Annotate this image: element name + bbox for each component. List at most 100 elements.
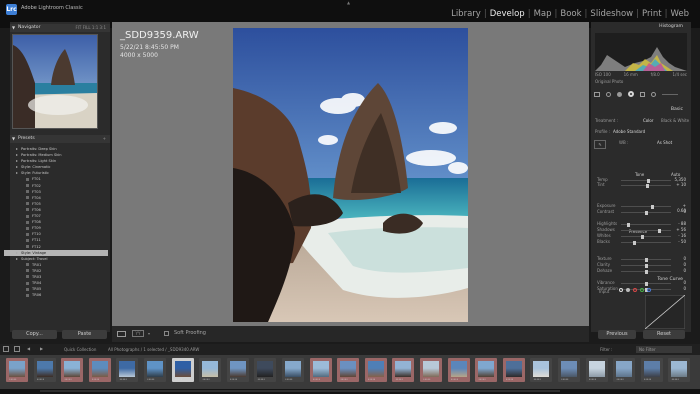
slider-value-shadows[interactable]: + 56 [674, 227, 686, 232]
filmstrip-thumbnail[interactable]: ••••• [171, 358, 194, 382]
collapse-top-arrow-icon[interactable]: ▲ [347, 0, 353, 5]
slider-knob[interactable] [645, 263, 648, 268]
module-web[interactable]: Web [668, 9, 691, 19]
module-library[interactable]: Library [449, 9, 483, 19]
slider-knob[interactable] [646, 183, 650, 188]
slider-knob[interactable] [645, 257, 648, 262]
tone-curve-graph[interactable] [645, 295, 685, 329]
filmstrip-thumbnail[interactable]: ••••• [392, 358, 415, 382]
filmstrip-thumbnail[interactable]: ••••• [6, 358, 28, 382]
slider-value-clarity[interactable]: 0 [674, 262, 686, 267]
filmstrip-thumbnail[interactable]: ••••• [254, 358, 277, 382]
loupe-view-icon[interactable] [117, 331, 126, 337]
filmstrip-thumbnail[interactable]: ••••• [502, 358, 525, 382]
filmstrip-thumbnail[interactable]: ••••• [282, 358, 304, 382]
back-arrow-icon[interactable]: ◀ [27, 346, 30, 351]
slider-track-texture[interactable] [621, 257, 671, 262]
rgb-curve-icon[interactable] [626, 288, 630, 292]
previous-button[interactable]: Previous [598, 330, 636, 339]
navigator-zoom-options[interactable]: FIT FILL 1:1 3:1 [75, 24, 106, 32]
filmstrip-nav[interactable]: Quick Collection [64, 347, 96, 352]
filmstrip-thumbnail[interactable]: ••••• [613, 358, 636, 382]
slider-knob[interactable] [641, 234, 645, 239]
before-after-icon[interactable]: YY [132, 330, 144, 337]
dropdown-arrow-icon[interactable]: ▾ [148, 331, 150, 336]
preset-icon [26, 208, 29, 212]
copy-button[interactable]: Copy... [12, 330, 57, 339]
main-photo[interactable] [233, 28, 468, 322]
filmstrip-thumbnail[interactable]: ••••• [420, 358, 442, 382]
slider-value-whites[interactable]: - 16 [674, 233, 686, 238]
slider-track-tint[interactable] [621, 183, 671, 188]
navigator-header[interactable]: ▼ Navigator FIT FILL 1:1 3:1 [10, 24, 110, 32]
filmstrip-thumbnail[interactable]: ••••• [199, 358, 222, 382]
red-channel-icon[interactable] [633, 288, 637, 292]
filmstrip-thumbnail[interactable]: ••••• [530, 358, 553, 382]
right-panel: Histogram ISO 100 16 mm f/8.0 1/4 sec Or… [591, 22, 691, 332]
filmstrip-thumbnail[interactable]: ••••• [226, 358, 249, 382]
slider-knob[interactable] [633, 240, 636, 245]
filmstrip-thumbnail[interactable]: ••••• [144, 358, 166, 382]
slider-knob[interactable] [626, 222, 630, 227]
soft-proofing-checkbox[interactable] [164, 331, 169, 336]
slider-knob[interactable] [647, 178, 651, 183]
slider-track-vibrance[interactable] [621, 281, 671, 286]
slider-track-dehaze[interactable] [621, 269, 671, 274]
slider-knob[interactable] [645, 281, 648, 286]
filmstrip-scrollbar[interactable] [0, 389, 700, 394]
paste-button[interactable]: Paste [62, 330, 107, 339]
filmstrip-thumbnail[interactable]: ••••• [61, 358, 84, 382]
slider-track-whites[interactable] [621, 234, 671, 239]
module-book[interactable]: Book [558, 9, 583, 19]
slider-value-tint[interactable]: + 10 [674, 182, 686, 187]
preset-item[interactable]: TR06 [4, 292, 108, 298]
slider-track-contrast[interactable] [621, 210, 671, 215]
slider-track-clarity[interactable] [621, 263, 671, 268]
module-slideshow[interactable]: Slideshow [588, 9, 635, 19]
point-curve-icon[interactable] [619, 288, 623, 292]
slider-knob[interactable] [658, 228, 662, 233]
slider-track-blacks[interactable] [621, 240, 671, 245]
slider-value-texture[interactable]: 0 [674, 256, 686, 261]
filmstrip-thumbnail[interactable]: ••••• [585, 358, 608, 382]
slider-knob[interactable] [645, 210, 648, 215]
add-preset-icon[interactable]: + [103, 135, 106, 143]
scrollbar-thumb[interactable] [40, 390, 560, 392]
presets-header[interactable]: ▼ Presets + [10, 135, 110, 143]
reset-button[interactable]: Reset [643, 330, 685, 339]
slider-value-highlights[interactable]: - 88 [674, 221, 686, 226]
navigator-preview[interactable] [12, 34, 98, 129]
green-channel-icon[interactable] [640, 288, 644, 292]
filmstrip-thumbnail[interactable]: ••••• [337, 358, 360, 382]
filmstrip-thumbnail[interactable]: ••••• [558, 358, 580, 382]
filmstrip-thumbnail[interactable]: ••••• [88, 358, 111, 382]
filter-dropdown[interactable]: No Filter [636, 346, 692, 353]
slider-value-dehaze[interactable]: 0 [674, 268, 686, 273]
slider-value-blacks[interactable]: - 50 [674, 239, 686, 244]
filmstrip-thumbnail[interactable]: ••••• [668, 358, 691, 382]
slider-track-highlights[interactable] [621, 222, 671, 227]
slider-value-saturation[interactable]: 0 [674, 286, 686, 291]
module-print[interactable]: Print [640, 9, 664, 19]
second-window-icon[interactable] [3, 346, 9, 352]
slider-track-temp[interactable] [621, 178, 671, 183]
preset-icon [26, 245, 29, 248]
grid-view-icon[interactable] [14, 346, 20, 352]
forward-arrow-icon[interactable]: ▶ [40, 346, 43, 351]
slider-track-exposure[interactable] [621, 204, 671, 209]
blue-channel-icon[interactable] [647, 288, 651, 292]
slider-value-contrast[interactable]: 0 [674, 209, 686, 214]
filmstrip-thumbnail[interactable]: ••••• [309, 358, 332, 382]
slider-knob[interactable] [650, 204, 654, 209]
filmstrip-thumbnail[interactable]: ••••• [116, 358, 139, 382]
slider-knob[interactable] [645, 269, 648, 274]
slider-track-shadows[interactable] [621, 228, 671, 233]
filmstrip-thumbnail[interactable]: ••••• [447, 358, 470, 382]
filmstrip-thumbnail[interactable]: ••••• [33, 358, 56, 382]
filmstrip-thumbnail[interactable]: ••••• [475, 358, 498, 382]
module-map[interactable]: Map [532, 9, 554, 19]
filmstrip-thumbnail[interactable]: ••••• [364, 358, 387, 382]
thumbnail-image [533, 361, 550, 377]
filmstrip-thumbnail[interactable]: ••••• [640, 358, 663, 382]
module-develop[interactable]: Develop [488, 9, 527, 19]
